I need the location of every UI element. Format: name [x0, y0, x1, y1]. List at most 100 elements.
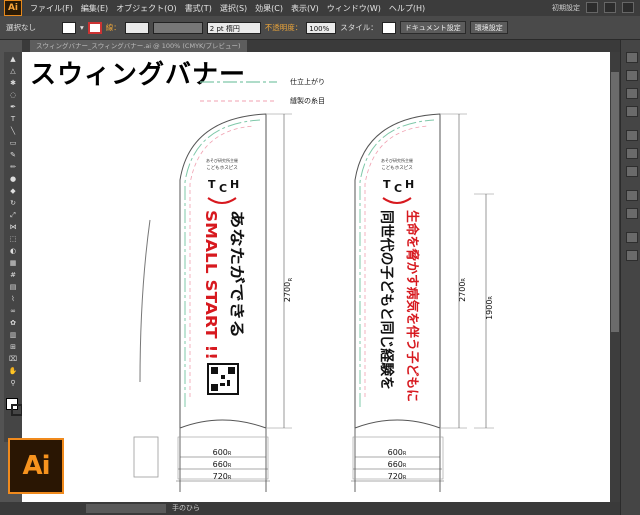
- swatches-panel-icon[interactable]: [626, 70, 638, 81]
- menu-type[interactable]: 書式(T): [181, 3, 216, 14]
- close-button[interactable]: [622, 2, 634, 13]
- rectangle-tool-icon[interactable]: ▭: [8, 140, 18, 147]
- artboard-tool-icon[interactable]: ⊞: [8, 344, 18, 351]
- stroke-swatch[interactable]: [87, 21, 102, 34]
- scale-tool-icon[interactable]: ⤢: [8, 212, 18, 219]
- artboard-canvas[interactable]: スウィングバナー 仕立上がり 縫製の糸目 あそび研究所主催 こどもホスピス T …: [22, 52, 610, 502]
- banner-1-width-600: 600R: [213, 448, 232, 457]
- partial-flag-outline: [139, 219, 151, 383]
- artwork: あそび研究所主催 こどもホスピス T C H あなたができる SMALL STA…: [133, 113, 494, 492]
- rotate-tool-icon[interactable]: ↻: [8, 200, 18, 207]
- banner-1-width-720: 720R: [213, 472, 232, 481]
- banner-1-height-label: 2700R: [283, 277, 294, 302]
- banner-1-logo-h: H: [230, 178, 239, 191]
- current-tool-status: 手のひら: [172, 504, 200, 512]
- variable-width-field[interactable]: [152, 21, 203, 34]
- selection-status: 選択なし: [6, 23, 36, 32]
- zoom-tool-icon[interactable]: ⚲: [8, 380, 18, 387]
- layers-panel-icon[interactable]: [626, 232, 638, 243]
- slice-tool-icon[interactable]: ⌧: [8, 356, 18, 363]
- menu-bar: Ai ファイル(F) 編集(E) オブジェクト(O) 書式(T) 選択(S) 効…: [0, 0, 640, 16]
- banner-2-logo-t: T: [383, 178, 391, 191]
- menu-select[interactable]: 選択(S): [216, 3, 251, 14]
- banner-1-width-660: 660R: [213, 460, 232, 469]
- gradient-panel-icon[interactable]: [626, 148, 638, 159]
- type-tool-icon[interactable]: T: [8, 116, 18, 123]
- menu-effect[interactable]: 効果(C): [251, 3, 287, 14]
- app-logo-icon: Ai: [4, 0, 22, 16]
- banner-2-black-text: 同世代の子どもと同じ経験を: [378, 210, 395, 390]
- preferences-button[interactable]: 環境設定: [469, 21, 508, 34]
- stroke-panel-icon[interactable]: [626, 130, 638, 141]
- paintbrush-tool-icon[interactable]: ✎: [8, 152, 18, 159]
- banner-2-logo-h: H: [405, 178, 414, 191]
- vertical-scroll-thumb[interactable]: [611, 72, 619, 332]
- menu-help[interactable]: ヘルプ(H): [385, 3, 429, 14]
- hand-tool-icon[interactable]: ✋: [8, 368, 18, 375]
- perspective-grid-tool-icon[interactable]: ▦: [8, 260, 18, 267]
- document-tab[interactable]: スウィングバナー_スウィングバナー.ai @ 100% (CMYK/プレビュー): [30, 40, 247, 52]
- menu-object[interactable]: オブジェクト(O): [112, 3, 181, 14]
- workspace-switcher[interactable]: 初期設定: [552, 3, 580, 13]
- stroke-label[interactable]: 線：: [106, 22, 121, 33]
- eraser-tool-icon[interactable]: ◆: [8, 188, 18, 195]
- menu-view[interactable]: 表示(V): [287, 3, 323, 14]
- blend-tool-icon[interactable]: ∞: [8, 308, 18, 315]
- selection-tool-icon[interactable]: ▲: [8, 56, 18, 63]
- eyedropper-tool-icon[interactable]: ⌇: [8, 296, 18, 303]
- banner-1: あそび研究所主催 こどもホスピス T C H あなたができる SMALL STA…: [176, 113, 294, 492]
- menu-window[interactable]: ウィンドウ(W): [323, 3, 385, 14]
- opacity-label[interactable]: 不透明度：: [265, 22, 303, 33]
- brush-field[interactable]: 2 pt 楕円: [206, 21, 261, 34]
- pencil-tool-icon[interactable]: ✏: [8, 164, 18, 171]
- gradient-tool-icon[interactable]: ▤: [8, 284, 18, 291]
- vertical-scrollbar[interactable]: [610, 52, 620, 502]
- control-bar: 選択なし ▾ 線： 2 pt 楕円 不透明度： 100% スタイル： ドキュメン…: [0, 16, 640, 40]
- menu-file[interactable]: ファイル(F): [26, 3, 77, 14]
- column-graph-tool-icon[interactable]: ▥: [8, 332, 18, 339]
- minimize-button[interactable]: [586, 2, 598, 13]
- banner-1-logo-t: T: [208, 178, 216, 191]
- banner-2-red-text: 生命を脅かす病気を伴う子どもに: [404, 210, 420, 402]
- banner-2-width-660: 660R: [388, 460, 407, 469]
- artboard-navigator[interactable]: [86, 504, 166, 513]
- banner-1-black-text: あなたができる: [228, 210, 246, 338]
- width-tool-icon[interactable]: ⋈: [8, 224, 18, 231]
- mesh-tool-icon[interactable]: #: [8, 272, 18, 279]
- color-panel-icon[interactable]: [626, 52, 638, 63]
- style-swatch[interactable]: [381, 21, 396, 34]
- direct-selection-tool-icon[interactable]: △: [8, 68, 18, 75]
- free-transform-tool-icon[interactable]: ⬚: [8, 236, 18, 243]
- status-bar: 手のひら: [0, 502, 620, 515]
- banner-2-org-small: あそび研究所主催: [381, 157, 413, 163]
- fill-dropdown-icon[interactable]: ▾: [80, 23, 84, 32]
- transparency-panel-icon[interactable]: [626, 166, 638, 177]
- shape-builder-tool-icon[interactable]: ◐: [8, 248, 18, 255]
- graphic-styles-panel-icon[interactable]: [626, 208, 638, 219]
- banner-2-width-720: 720R: [388, 472, 407, 481]
- fill-swatch[interactable]: [62, 21, 76, 34]
- artboards-panel-icon[interactable]: [626, 250, 638, 261]
- appearance-panel-icon[interactable]: [626, 190, 638, 201]
- blob-brush-tool-icon[interactable]: ●: [8, 176, 18, 183]
- banner-2-sub-height-label: 1900R: [485, 296, 494, 320]
- symbols-panel-icon[interactable]: [626, 106, 638, 117]
- magic-wand-tool-icon[interactable]: ✱: [8, 80, 18, 87]
- symbol-sprayer-tool-icon[interactable]: ✿: [8, 320, 18, 327]
- menu-edit[interactable]: 編集(E): [77, 3, 112, 14]
- panel-dock: [620, 40, 640, 515]
- banner-2-org-name: こどもホスピス: [381, 164, 413, 171]
- line-tool-icon[interactable]: ╲: [8, 128, 18, 135]
- lasso-tool-icon[interactable]: ◌: [8, 92, 18, 99]
- style-label: スタイル：: [340, 23, 378, 32]
- stroke-weight-field[interactable]: [124, 21, 149, 34]
- document-settings-button[interactable]: ドキュメント設定: [399, 21, 466, 34]
- maximize-button[interactable]: [604, 2, 616, 13]
- banner-2: あそび研究所主催 こどもホスピス T C H 生命を脅かす病気を伴う子どもに 同…: [351, 113, 494, 492]
- opacity-field[interactable]: 100%: [306, 21, 337, 34]
- window-controls: 初期設定: [552, 2, 634, 13]
- brushes-panel-icon[interactable]: [626, 88, 638, 99]
- document-tab-bar: スウィングバナー_スウィングバナー.ai @ 100% (CMYK/プレビュー): [22, 40, 622, 52]
- banner-2-height-label: 2700R: [458, 278, 467, 302]
- pen-tool-icon[interactable]: ✒: [8, 104, 18, 111]
